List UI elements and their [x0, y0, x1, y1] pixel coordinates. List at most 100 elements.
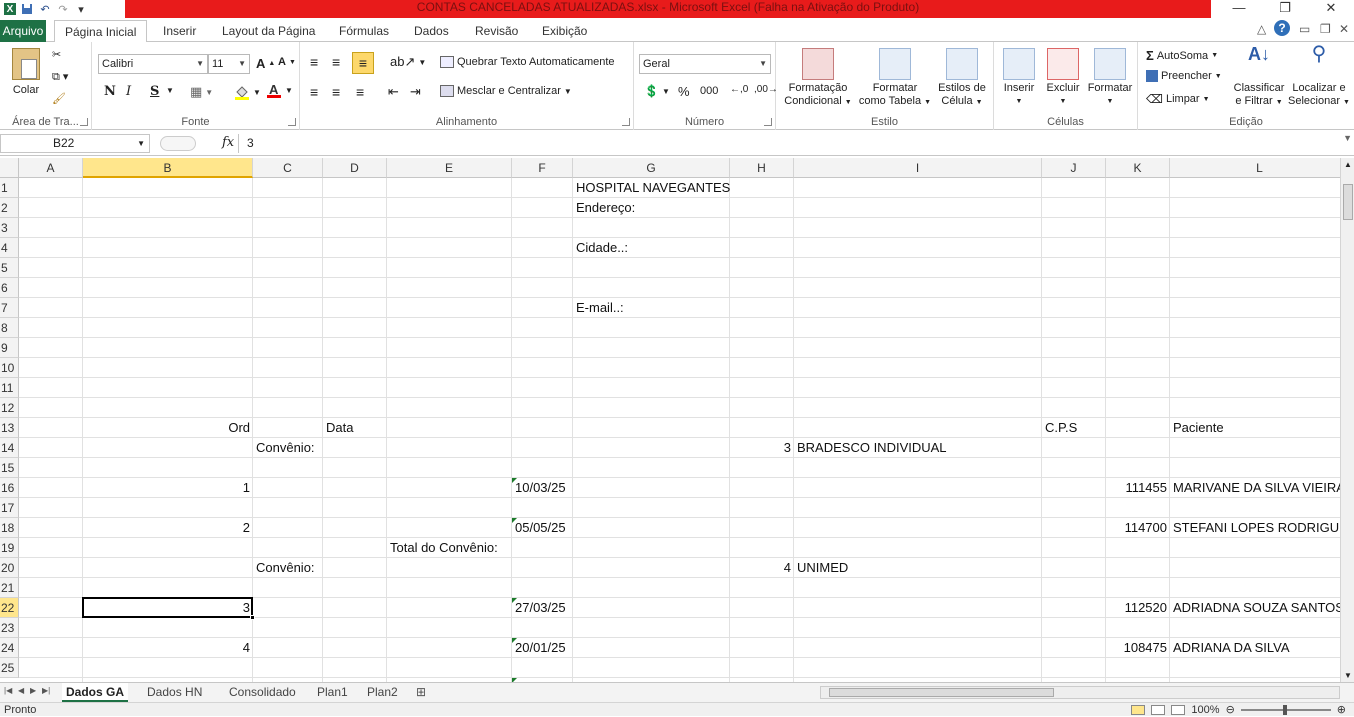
cell-g2[interactable]: Endereço: — [573, 198, 638, 218]
column-header-f[interactable]: F — [512, 158, 573, 178]
align-bottom-icon[interactable]: ≡ — [352, 52, 374, 74]
zoom-out-icon[interactable]: ⊖ — [1226, 703, 1235, 717]
row-header-16[interactable]: 16 — [0, 478, 19, 498]
cell-g7[interactable]: E-mail..: — [573, 298, 627, 318]
ribbon-collapse-icon[interactable]: △ — [1257, 22, 1266, 36]
first-sheet-icon[interactable]: |◀ — [4, 686, 12, 695]
cell-e19[interactable]: Total do Convênio: — [387, 538, 501, 558]
scroll-down-icon[interactable]: ▼ — [1344, 671, 1352, 680]
delete-cells-button[interactable]: Excluir ▼ — [1042, 48, 1084, 108]
cell-l24[interactable]: ADRIANA DA SILVA — [1170, 638, 1293, 658]
tab-data[interactable]: Dados — [414, 22, 449, 42]
error-indicator-icon[interactable] — [512, 638, 517, 643]
row-header-22[interactable]: 22 — [0, 598, 19, 618]
borders-icon[interactable]: ▦ ▼ — [190, 84, 213, 100]
cell-i20[interactable]: UNIMED — [794, 558, 851, 578]
restore-icon[interactable]: ❐ — [1262, 0, 1308, 18]
underline-dropdown-icon[interactable]: ▼ — [166, 86, 174, 95]
column-header-i[interactable]: I — [794, 158, 1042, 178]
redo-icon[interactable]: ↷ — [56, 2, 70, 16]
row-header-19[interactable]: 19 — [0, 538, 19, 558]
zoom-level[interactable]: 100% — [1191, 703, 1219, 717]
cell-k24[interactable]: 108475 — [1106, 638, 1170, 658]
cell-b18[interactable]: 2 — [83, 518, 253, 538]
align-right-icon[interactable]: ≡ — [356, 84, 364, 100]
cell-g4[interactable]: Cidade..: — [573, 238, 631, 258]
error-indicator-icon[interactable] — [512, 518, 517, 523]
format-cells-button[interactable]: Formatar ▼ — [1086, 48, 1134, 108]
cell-b16[interactable]: 1 — [83, 478, 253, 498]
cell-l22[interactable]: ADRIADNA SOUZA SANTOS — [1170, 598, 1340, 618]
accounting-format-icon[interactable]: 💲 ▼ — [644, 84, 670, 98]
column-header-l[interactable]: L — [1170, 158, 1340, 178]
fill-handle[interactable] — [250, 615, 255, 620]
error-indicator-icon[interactable] — [512, 598, 517, 603]
name-box[interactable]: B22 ▼ — [0, 134, 150, 153]
tab-view[interactable]: Exibição — [542, 22, 587, 42]
page-layout-view-icon[interactable] — [1151, 705, 1166, 715]
undo-icon[interactable]: ↶ — [38, 2, 52, 16]
cell-h14[interactable]: 3 — [730, 438, 794, 458]
close-icon[interactable]: ✕ — [1308, 0, 1354, 18]
cell-d13[interactable]: Data — [323, 418, 356, 438]
scroll-up-icon[interactable]: ▲ — [1344, 160, 1352, 169]
number-launcher-icon[interactable] — [764, 118, 772, 126]
font-name-select[interactable]: Calibri ▼ — [98, 54, 208, 74]
save-icon[interactable] — [20, 2, 34, 16]
paste-button[interactable]: Colar — [6, 48, 46, 97]
last-sheet-icon[interactable]: ▶| — [42, 686, 50, 695]
tab-insert[interactable]: Inserir — [163, 22, 196, 42]
fill-button[interactable]: Preencher ▼ — [1146, 70, 1222, 82]
format-as-table-button[interactable]: Formatar como Tabela ▼ — [858, 48, 932, 109]
cell-j13[interactable]: C.P.S — [1042, 418, 1080, 438]
tab-formulas[interactable]: Fórmulas — [339, 22, 389, 42]
autosum-button[interactable]: Σ AutoSoma ▼ — [1146, 48, 1218, 63]
row-header-14[interactable]: 14 — [0, 438, 19, 458]
sheet-tab-plan1[interactable]: Plan1 — [313, 683, 352, 702]
cell-b13[interactable]: Ord — [83, 418, 253, 438]
column-header-e[interactable]: E — [387, 158, 512, 178]
row-header-8[interactable]: 8 — [0, 318, 19, 338]
align-top-icon[interactable]: ≡ — [310, 54, 318, 70]
vertical-scrollbar[interactable]: ▲ ▼ — [1340, 158, 1354, 682]
insert-function-icon[interactable]: fx — [222, 135, 234, 150]
cell-k16[interactable]: 111455 — [1106, 478, 1170, 498]
cell-k22[interactable]: 112520 — [1106, 598, 1170, 618]
column-header-c[interactable]: C — [253, 158, 323, 178]
font-color-icon[interactable]: A ▼ — [266, 82, 293, 99]
column-header-h[interactable]: H — [730, 158, 794, 178]
orientation-icon[interactable]: ab↗ ▼ — [390, 54, 426, 70]
row-header-15[interactable]: 15 — [0, 458, 19, 478]
row-header-7[interactable]: 7 — [0, 298, 19, 318]
find-select-button[interactable]: ⚲ Localizar e Selecionar ▼ — [1288, 44, 1350, 109]
select-all-corner[interactable] — [0, 158, 19, 178]
row-header-12[interactable]: 12 — [0, 398, 19, 418]
error-indicator-icon[interactable] — [512, 478, 517, 483]
column-header-d[interactable]: D — [323, 158, 387, 178]
cell-l18[interactable]: STEFANI LOPES RODRIGUES — [1170, 518, 1340, 538]
formula-input[interactable]: 3 — [238, 134, 1340, 153]
prev-sheet-icon[interactable]: ◀ — [18, 686, 24, 695]
fill-color-icon[interactable]: ▼ — [234, 84, 261, 100]
tab-page-layout[interactable]: Layout da Página — [222, 22, 315, 42]
row-header-24[interactable]: 24 — [0, 638, 19, 658]
column-header-j[interactable]: J — [1042, 158, 1106, 178]
alignment-launcher-icon[interactable] — [622, 118, 630, 126]
row-header-10[interactable]: 10 — [0, 358, 19, 378]
formula-bar-resizer[interactable] — [160, 136, 196, 151]
conditional-formatting-button[interactable]: Formatação Condicional ▼ — [782, 48, 854, 109]
workbook-close-icon[interactable]: ✕ — [1339, 22, 1349, 36]
workbook-restore-icon[interactable]: ❐ — [1320, 22, 1331, 36]
decrease-decimal-icon[interactable]: ,00→ — [754, 84, 778, 95]
cell-f22[interactable]: 27/03/25 — [512, 598, 569, 618]
align-left-icon[interactable]: ≡ — [310, 84, 318, 100]
normal-view-icon[interactable] — [1131, 705, 1146, 715]
decrease-indent-icon[interactable]: ⇤ — [388, 84, 399, 100]
row-header-20[interactable]: 20 — [0, 558, 19, 578]
column-header-k[interactable]: K — [1106, 158, 1170, 178]
cell-c20[interactable]: Convênio: — [253, 558, 318, 578]
sheet-tab-dados-hn[interactable]: Dados HN — [143, 683, 206, 702]
row-header-3[interactable]: 3 — [0, 218, 19, 238]
insert-cells-button[interactable]: Inserir ▼ — [998, 48, 1040, 108]
row-header-17[interactable]: 17 — [0, 498, 19, 518]
